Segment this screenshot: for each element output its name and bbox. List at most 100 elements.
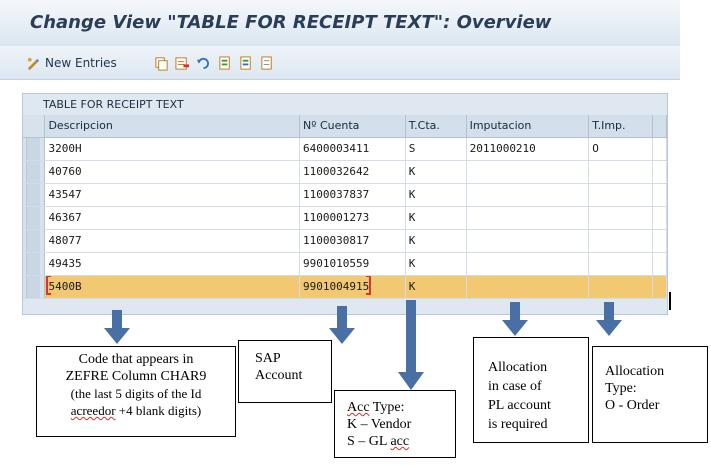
cell-tcta-value: K xyxy=(408,280,416,293)
column-header-descripcion[interactable]: Descripcion xyxy=(44,115,301,138)
undo-icon xyxy=(196,57,210,69)
note-tcta-line: Acc Type: xyxy=(347,400,405,415)
cell-timp[interactable] xyxy=(588,160,653,184)
cell-timp-value: O xyxy=(592,142,599,155)
cell-tcta[interactable]: K xyxy=(405,206,467,230)
cell-imputacion[interactable] xyxy=(466,183,590,207)
cell-tcta[interactable]: K xyxy=(405,275,467,299)
cell-tcta[interactable]: K xyxy=(405,252,467,276)
undo-button[interactable] xyxy=(196,53,211,73)
cell-descripcion[interactable]: 46367 xyxy=(44,206,301,230)
cell-descripcion-text: 5400B xyxy=(48,280,82,293)
row-selector[interactable] xyxy=(23,183,46,207)
row-selector-grip[interactable] xyxy=(26,206,40,228)
select-block-button[interactable] xyxy=(239,53,254,73)
new-entries-button[interactable]: New Entries xyxy=(26,53,117,73)
table-row[interactable]: 43547 1100037837 K xyxy=(23,183,667,207)
cell-timp[interactable] xyxy=(588,183,653,207)
row-selector-grip[interactable] xyxy=(26,252,40,274)
cell-imputacion[interactable] xyxy=(466,206,590,230)
deselect-all-button[interactable] xyxy=(260,53,275,73)
row-selector[interactable] xyxy=(23,160,46,184)
cell-imputacion[interactable] xyxy=(466,160,590,184)
row-selector[interactable] xyxy=(23,137,46,161)
cell-cuenta[interactable]: 1100032642 xyxy=(299,160,406,184)
cell-tcta[interactable]: S xyxy=(405,137,467,161)
select-all-rows-cell[interactable] xyxy=(23,115,46,138)
row-selector-grip[interactable] xyxy=(26,137,40,159)
note-timp-line: Allocation xyxy=(605,364,665,379)
header-filler xyxy=(652,115,667,138)
row-filler xyxy=(652,229,667,253)
note-imputacion-line: is required xyxy=(488,417,548,432)
table-row[interactable]: 46367 1100001273 K xyxy=(23,206,667,230)
cell-descripcion[interactable]: 5400B xyxy=(44,275,301,299)
cell-timp[interactable] xyxy=(588,252,653,276)
cell-imputacion[interactable] xyxy=(466,275,590,299)
row-selector-grip[interactable] xyxy=(26,160,40,182)
page-title: Change View "TABLE FOR RECEIPT TEXT": Ov… xyxy=(30,12,552,33)
cell-tcta-value: S xyxy=(408,142,416,155)
cell-tcta[interactable]: K xyxy=(405,229,467,253)
row-selector-grip[interactable] xyxy=(26,183,40,205)
column-header-imputacion[interactable]: Imputacion xyxy=(466,115,590,138)
cell-tcta[interactable]: K xyxy=(405,160,467,184)
row-selector-grip[interactable] xyxy=(26,229,40,251)
row-selector[interactable] xyxy=(23,206,46,230)
column-header-cuenta[interactable]: Nº Cuenta xyxy=(299,115,406,138)
table-row[interactable]: 5400B 9901004915 K xyxy=(23,275,667,299)
column-header-timp[interactable]: T.Imp. xyxy=(588,115,653,138)
cell-cuenta[interactable]: 1100037837 xyxy=(299,183,406,207)
table-title: TABLE FOR RECEIPT TEXT xyxy=(23,94,667,114)
cell-cuenta[interactable]: 9901010559 xyxy=(299,252,406,276)
focus-bracket xyxy=(366,275,372,295)
cell-timp[interactable] xyxy=(588,275,653,299)
table-row[interactable]: 3200H 6400003411 S 2011000210 O xyxy=(23,137,667,161)
cell-descripcion[interactable]: 48077 xyxy=(44,229,301,253)
cell-imputacion[interactable] xyxy=(466,252,590,276)
table-panel: TABLE FOR RECEIPT TEXT Descripcion Nº Cu… xyxy=(22,93,668,315)
spellcheck-mark: Acc xyxy=(347,400,370,415)
row-selector-grip[interactable] xyxy=(26,275,40,297)
cell-imputacion-value: 2011000210 xyxy=(469,142,536,155)
cell-descripcion[interactable]: 3200H xyxy=(44,137,301,161)
row-selector[interactable] xyxy=(23,229,46,253)
cell-imputacion[interactable]: 2011000210 xyxy=(466,137,590,161)
cell-cuenta-value: 6400003411 xyxy=(303,142,370,155)
cell-descripcion[interactable]: 43547 xyxy=(44,183,301,207)
copy-icon xyxy=(155,56,168,71)
cell-imputacion[interactable] xyxy=(466,229,590,253)
cell-cuenta-value: 9901010559 xyxy=(303,257,370,270)
cell-descripcion-value: 48077 xyxy=(48,234,82,247)
arrow-down-icon xyxy=(502,302,528,336)
select-all-button[interactable] xyxy=(218,53,233,73)
cell-cuenta-value: 1100030817 xyxy=(303,234,370,247)
column-header-tcta[interactable]: T.Cta. xyxy=(405,115,467,138)
note-timp-line: O - Order xyxy=(605,398,660,413)
data-table: Descripcion Nº Cuenta T.Cta. Imputacion … xyxy=(23,115,667,299)
cell-descripcion-value: 43547 xyxy=(48,188,82,201)
note-timp-line: Type: xyxy=(605,381,637,396)
note-cuenta: SAP Account xyxy=(238,340,332,403)
table-row[interactable]: 48077 1100030817 K xyxy=(23,229,667,253)
note-descripcion-line: ZEFRE Column CHAR9 xyxy=(65,369,207,384)
cell-cuenta[interactable]: 1100030817 xyxy=(299,229,406,253)
cell-descripcion[interactable]: 40760 xyxy=(44,160,301,184)
cell-timp[interactable] xyxy=(588,229,653,253)
cell-timp[interactable] xyxy=(588,206,653,230)
deselect-all-icon xyxy=(261,55,272,70)
cell-cuenta[interactable]: 9901004915 xyxy=(299,275,406,299)
cell-timp[interactable]: O xyxy=(588,137,653,161)
cell-tcta-value: K xyxy=(408,188,416,201)
cell-cuenta[interactable]: 1100001273 xyxy=(299,206,406,230)
copy-button[interactable] xyxy=(154,53,169,73)
delete-button[interactable] xyxy=(175,53,190,73)
table-row[interactable]: 49435 9901010559 K xyxy=(23,252,667,276)
row-selector[interactable] xyxy=(23,275,46,299)
table-row[interactable]: 40760 1100032642 K xyxy=(23,160,667,184)
cell-cuenta[interactable]: 6400003411 xyxy=(299,137,406,161)
table-header-row: Descripcion Nº Cuenta T.Cta. Imputacion … xyxy=(23,115,667,138)
cell-descripcion[interactable]: 49435 xyxy=(44,252,301,276)
cell-tcta[interactable]: K xyxy=(405,183,467,207)
row-selector[interactable] xyxy=(23,252,46,276)
